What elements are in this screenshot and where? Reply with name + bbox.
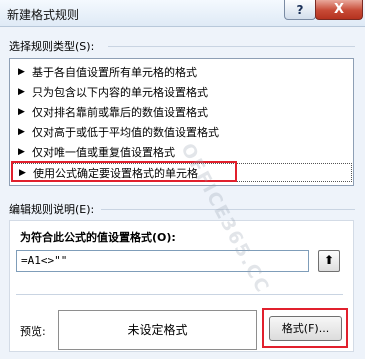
rule-type-item[interactable]: ▶ 仅对高于或低于平均值的数值设置格式 bbox=[11, 123, 352, 142]
title-bar: 新建格式规则 ? X bbox=[0, 0, 365, 27]
formula-input[interactable]: =A1<>"" bbox=[16, 250, 309, 272]
rule-type-item[interactable]: ▶ 仅对排名靠前或靠后的数值设置格式 bbox=[11, 103, 352, 122]
preview-label: 预览: bbox=[20, 325, 46, 338]
arrow-up-icon: ⬆ bbox=[323, 253, 335, 267]
preview-divider bbox=[16, 294, 343, 295]
rule-type-item[interactable]: ▶ 基于各自值设置所有单元格的格式 bbox=[11, 63, 352, 82]
bullet-icon: ▶ bbox=[18, 87, 25, 97]
rule-type-item-label: 仅对高于或低于平均值的数值设置格式 bbox=[32, 126, 219, 139]
rule-type-item[interactable]: ▶ 只为包含以下内容的单元格设置格式 bbox=[11, 83, 352, 102]
rule-type-item-label: 只为包含以下内容的单元格设置格式 bbox=[32, 86, 208, 99]
rule-type-item-label: 仅对唯一值或重复值设置格式 bbox=[32, 146, 175, 159]
bullet-icon: ▶ bbox=[18, 107, 25, 117]
formula-label: 为符合此公式的值设置格式(O): bbox=[20, 231, 176, 244]
bullet-icon: ▶ bbox=[18, 67, 25, 77]
window-title: 新建格式规则 bbox=[7, 8, 80, 22]
format-button-highlight bbox=[262, 308, 348, 348]
rule-type-label: 选择规则类型(S): bbox=[9, 40, 95, 53]
bullet-icon: ▶ bbox=[18, 147, 25, 157]
collapse-dialog-button[interactable]: ⬆ bbox=[318, 250, 340, 272]
close-button[interactable]: X bbox=[315, 0, 363, 20]
help-button[interactable]: ? bbox=[284, 0, 316, 20]
preview-box: 未设定格式 bbox=[58, 310, 257, 350]
rule-type-divider bbox=[108, 46, 355, 47]
rule-type-item-label: 仅对排名靠前或靠后的数值设置格式 bbox=[32, 106, 208, 119]
bullet-icon: ▶ bbox=[18, 127, 25, 137]
edit-rule-label: 编辑规则说明(E): bbox=[9, 203, 95, 216]
rule-type-item-label: 基于各自值设置所有单元格的格式 bbox=[32, 66, 197, 79]
